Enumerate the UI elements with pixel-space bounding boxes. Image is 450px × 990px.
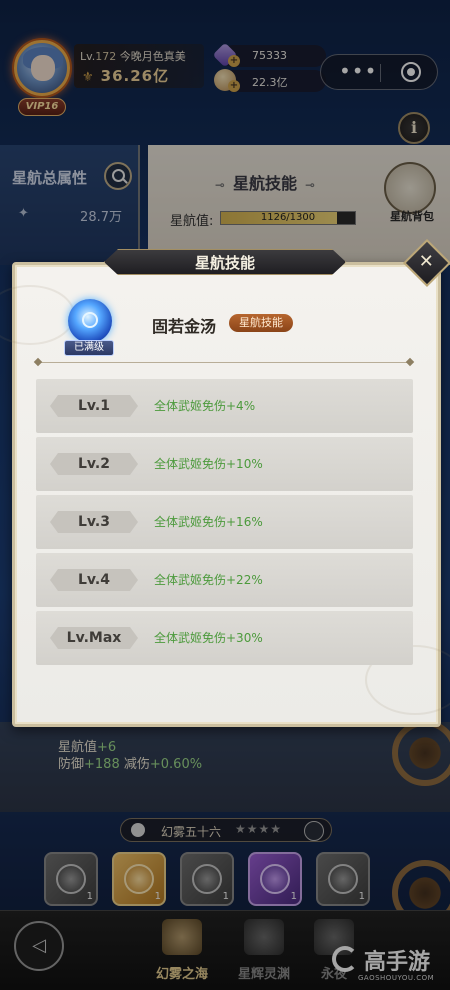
skill-orb-icon <box>68 299 112 343</box>
maxed-badge: 已满级 <box>64 340 114 356</box>
level-row: Lv.1 全体武姬免伤+4% <box>36 379 413 433</box>
close-icon: ✕ <box>418 251 434 273</box>
shield-icon <box>82 312 98 328</box>
level-effect: 全体武姬免伤+4% <box>154 399 256 413</box>
level-effect: 全体武姬免伤+16% <box>154 515 263 529</box>
level-row: Lv.2 全体武姬免伤+10% <box>36 437 413 491</box>
level-badge: Lv.3 <box>50 511 138 533</box>
divider <box>38 362 410 363</box>
decor-swirl <box>0 285 75 345</box>
level-effect: 全体武姬免伤+30% <box>154 631 263 645</box>
level-badge: Lv.Max <box>50 627 138 649</box>
level-badge: Lv.4 <box>50 569 138 591</box>
level-row: Lv.4 全体武姬免伤+22% <box>36 553 413 607</box>
level-badge: Lv.2 <box>50 453 138 475</box>
level-effect: 全体武姬免伤+22% <box>154 573 263 587</box>
level-badge: Lv.1 <box>50 395 138 417</box>
level-row: Lv.3 全体武姬免伤+16% <box>36 495 413 549</box>
skill-name: 固若金汤 <box>152 317 217 336</box>
modal-title: 星航技能 <box>194 254 255 272</box>
skill-type-tag: 星航技能 <box>229 314 293 332</box>
level-row: Lv.Max 全体武姬免伤+30% <box>36 611 413 665</box>
level-effect: 全体武姬免伤+10% <box>154 457 263 471</box>
